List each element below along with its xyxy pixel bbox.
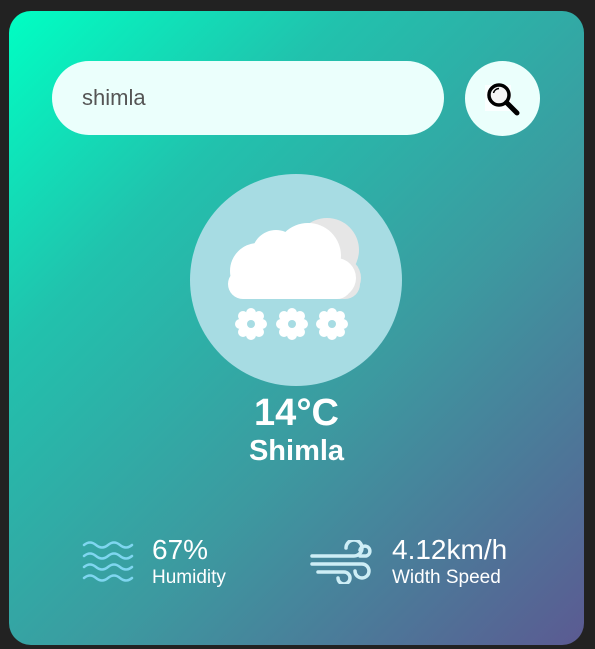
snowflake-icon — [316, 308, 348, 340]
snowflake-icon — [276, 308, 308, 340]
humidity-waves-icon — [82, 541, 134, 582]
wind-speed-value: 4.12km/h — [392, 534, 508, 565]
wind-stat: 4.12km/h Width Speed — [310, 534, 507, 590]
search-button[interactable] — [465, 61, 540, 136]
wind-speed-label: Width Speed — [392, 567, 501, 588]
temperature: 14°C — [254, 392, 339, 434]
search-icon — [484, 82, 519, 115]
city-name: Shimla — [248, 435, 345, 467]
search-input[interactable] — [52, 61, 444, 135]
weather-icon-circle — [190, 174, 402, 386]
humidity-stat: 67% Humidity — [82, 534, 226, 590]
humidity-value: 67% — [152, 534, 209, 565]
snowflake-icon — [235, 308, 267, 340]
snow-cloud-icon — [228, 218, 361, 340]
wind-icon — [310, 540, 372, 584]
humidity-label: Humidity — [152, 567, 226, 588]
weather-card: 14°C Shimla 67% Humidity 4.12km/h — [9, 11, 584, 645]
